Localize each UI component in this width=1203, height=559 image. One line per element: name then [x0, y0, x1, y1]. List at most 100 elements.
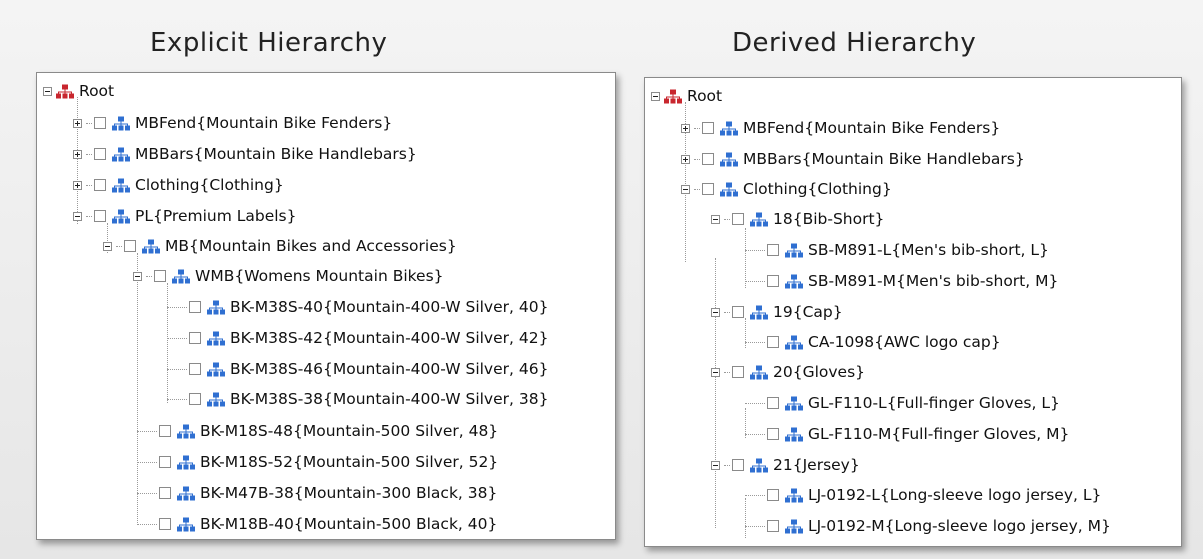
tree-node-label: 20{Gloves}: [773, 363, 866, 381]
tree-node-label: MBFend{Mountain Bike Fenders}: [135, 114, 393, 132]
collapse-toggle[interactable]: [681, 184, 690, 194]
tree-node[interactable]: MBFend{Mountain Bike Fenders}: [681, 118, 1000, 138]
collapse-toggle[interactable]: [711, 460, 720, 470]
collapse-toggle[interactable]: [711, 367, 720, 377]
node-checkbox[interactable]: [702, 183, 714, 195]
expand-toggle[interactable]: [73, 149, 82, 159]
expand-toggle[interactable]: [73, 180, 82, 190]
node-checkbox[interactable]: [702, 153, 714, 165]
tree-node[interactable]: MBBars{Mountain Bike Handlebars}: [73, 144, 417, 164]
tree-node[interactable]: BK-M47B-38{Mountain-300 Black, 38}: [137, 483, 497, 503]
node-checkbox[interactable]: [154, 270, 166, 282]
node-checkbox[interactable]: [767, 336, 779, 348]
tree-node[interactable]: BK-M18S-48{Mountain-500 Silver, 48}: [137, 421, 498, 441]
node-checkbox[interactable]: [189, 301, 201, 313]
node-checkbox[interactable]: [189, 332, 201, 344]
hierarchy-node-icon: [172, 269, 190, 283]
node-checkbox[interactable]: [94, 210, 106, 222]
node-checkbox[interactable]: [189, 363, 201, 375]
tree-node-label: MBBars{Mountain Bike Handlebars}: [135, 145, 417, 163]
tree-node-label: BK-M18B-40{Mountain-500 Black, 40}: [200, 515, 498, 533]
node-checkbox[interactable]: [94, 179, 106, 191]
collapse-toggle[interactable]: [133, 271, 142, 281]
node-checkbox[interactable]: [767, 244, 779, 256]
tree-node-root[interactable]: Root: [651, 86, 722, 106]
hierarchy-node-icon: [207, 362, 225, 376]
tree-node-label: MBFend{Mountain Bike Fenders}: [743, 119, 1001, 137]
tree-node[interactable]: LJ-0192-M{Long-sleeve logo jersey, M}: [745, 516, 1111, 536]
collapse-toggle[interactable]: [711, 214, 720, 224]
node-checkbox[interactable]: [124, 240, 136, 252]
collapse-toggle[interactable]: [651, 91, 660, 101]
tree-node[interactable]: 21{Jersey}: [711, 455, 860, 475]
hierarchy-node-icon: [750, 212, 768, 226]
node-checkbox[interactable]: [767, 275, 779, 287]
node-checkbox[interactable]: [767, 489, 779, 501]
node-checkbox[interactable]: [767, 397, 779, 409]
tree-node-label: BK-M18S-52{Mountain-500 Silver, 52}: [200, 453, 499, 471]
hierarchy-node-icon: [112, 178, 130, 192]
tree-node[interactable]: BK-M18B-40{Mountain-500 Black, 40}: [137, 514, 497, 534]
tree-node[interactable]: Clothing{Clothing}: [681, 179, 892, 199]
tree-node-label: MB{Mountain Bikes and Accessories}: [165, 237, 457, 255]
hierarchy-node-icon: [112, 147, 130, 161]
tree-node[interactable]: 18{Bib-Short}: [711, 209, 884, 229]
node-checkbox[interactable]: [732, 213, 744, 225]
hierarchy-node-icon: [785, 335, 803, 349]
tree-node[interactable]: BK-M38S-38{Mountain-400-W Silver, 38}: [167, 389, 548, 409]
tree-node[interactable]: BK-M38S-40{Mountain-400-W Silver, 40}: [167, 297, 548, 317]
node-checkbox[interactable]: [189, 393, 201, 405]
tree-node[interactable]: 19{Cap}: [711, 302, 843, 322]
node-checkbox[interactable]: [159, 456, 171, 468]
hierarchy-node-icon: [785, 396, 803, 410]
expand-toggle[interactable]: [681, 123, 690, 133]
node-checkbox[interactable]: [94, 148, 106, 160]
tree-node[interactable]: LJ-0192-L{Long-sleeve logo jersey, L}: [745, 485, 1101, 505]
tree-node-label: CA-1098{AWC logo cap}: [808, 333, 1001, 351]
collapse-toggle[interactable]: [711, 307, 720, 317]
tree-node[interactable]: GL-F110-M{Full-finger Gloves, M}: [745, 424, 1069, 444]
tree-node-label: BK-M38S-42{Mountain-400-W Silver, 42}: [230, 329, 549, 347]
collapse-toggle[interactable]: [73, 211, 82, 221]
tree-node[interactable]: BK-M18S-52{Mountain-500 Silver, 52}: [137, 452, 498, 472]
node-checkbox[interactable]: [732, 366, 744, 378]
hierarchy-node-icon: [207, 331, 225, 345]
tree-node[interactable]: CA-1098{AWC logo cap}: [745, 332, 1001, 352]
tree-node[interactable]: BK-M38S-46{Mountain-400-W Silver, 46}: [167, 359, 548, 379]
node-checkbox[interactable]: [767, 428, 779, 440]
tree-node-label: Root: [687, 87, 723, 105]
tree-node[interactable]: GL-F110-L{Full-finger Gloves, L}: [745, 393, 1060, 413]
tree-node-root[interactable]: Root: [43, 81, 114, 101]
hierarchy-node-icon: [177, 455, 195, 469]
collapse-toggle[interactable]: [103, 241, 112, 251]
node-checkbox[interactable]: [732, 306, 744, 318]
tree-node-label: 21{Jersey}: [773, 456, 860, 474]
node-checkbox[interactable]: [767, 520, 779, 532]
tree-node[interactable]: 20{Gloves}: [711, 362, 865, 382]
node-checkbox[interactable]: [702, 122, 714, 134]
tree-node[interactable]: MBBars{Mountain Bike Handlebars}: [681, 149, 1025, 169]
expand-toggle[interactable]: [73, 118, 82, 128]
tree-node[interactable]: SB-M891-L{Men's bib-short, L}: [745, 240, 1049, 260]
tree-node-label: WMB{Womens Mountain Bikes}: [195, 267, 444, 285]
tree-node-label: SB-M891-M{Men's bib-short, M}: [808, 272, 1059, 290]
tree-node[interactable]: WMB{Womens Mountain Bikes}: [133, 266, 444, 286]
collapse-toggle[interactable]: [43, 86, 52, 96]
tree-node[interactable]: Clothing{Clothing}: [73, 175, 284, 195]
node-checkbox[interactable]: [159, 518, 171, 530]
tree-node-label: LJ-0192-L{Long-sleeve logo jersey, L}: [808, 486, 1102, 504]
hierarchy-node-icon: [785, 274, 803, 288]
tree-node[interactable]: SB-M891-M{Men's bib-short, M}: [745, 271, 1058, 291]
expand-toggle[interactable]: [681, 154, 690, 164]
node-checkbox[interactable]: [732, 459, 744, 471]
tree-node[interactable]: MBFend{Mountain Bike Fenders}: [73, 113, 392, 133]
tree-node-label: SB-M891-L{Men's bib-short, L}: [808, 241, 1049, 259]
tree-node[interactable]: PL{Premium Labels}: [73, 206, 297, 226]
node-checkbox[interactable]: [94, 117, 106, 129]
tree-node[interactable]: MB{Mountain Bikes and Accessories}: [103, 236, 457, 256]
hierarchy-node-icon: [785, 243, 803, 257]
node-checkbox[interactable]: [159, 425, 171, 437]
tree-node[interactable]: BK-M38S-42{Mountain-400-W Silver, 42}: [167, 328, 548, 348]
hierarchy-node-icon: [720, 121, 738, 135]
node-checkbox[interactable]: [159, 487, 171, 499]
